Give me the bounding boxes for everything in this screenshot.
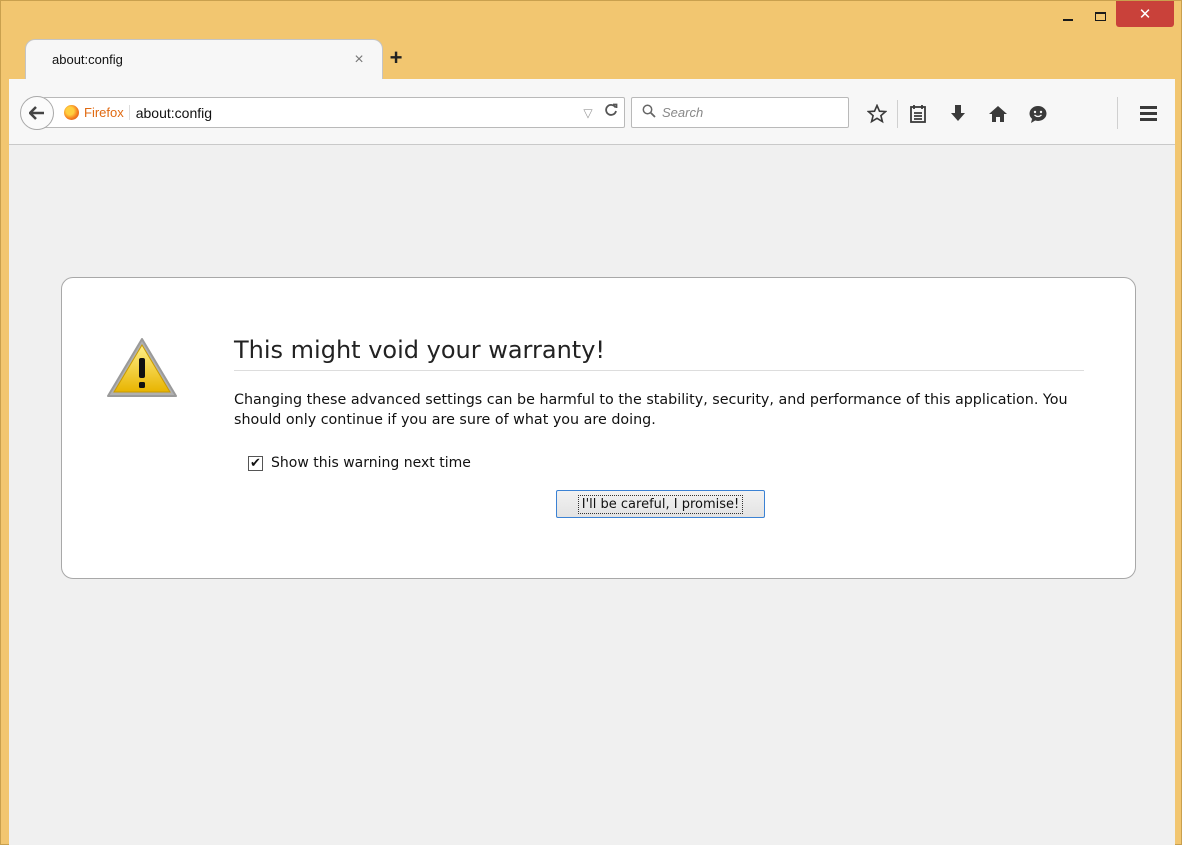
url-input[interactable]: about:config — [136, 105, 578, 121]
maximize-icon — [1094, 11, 1106, 21]
close-window-button[interactable]: ✕ — [1116, 1, 1174, 27]
warning-container: This might void your warranty! Changing … — [61, 277, 1136, 579]
firefox-logo-icon — [64, 105, 79, 120]
open-menu-button[interactable] — [1128, 99, 1168, 127]
warning-description: Changing these advanced settings can be … — [234, 392, 1068, 428]
show-warning-checkbox-row[interactable]: ✔ Show this warning next time — [248, 455, 471, 471]
window-caption-buttons: ✕ — [1052, 1, 1174, 31]
new-tab-button[interactable]: + — [385, 47, 407, 69]
show-warning-label[interactable]: Show this warning next time — [271, 455, 471, 471]
tab-close-icon[interactable]: × — [350, 51, 368, 69]
maximize-button[interactable] — [1084, 1, 1116, 31]
window-frame: ✕ about:config × + Firefox about:config … — [0, 0, 1182, 845]
toolbar-separator — [1117, 97, 1118, 129]
navigation-toolbar: Firefox about:config ▽ Search — [9, 79, 1175, 145]
tab-title: about:config — [52, 52, 123, 67]
close-icon: ✕ — [1138, 6, 1152, 23]
minimize-button[interactable] — [1052, 1, 1084, 31]
identity-label[interactable]: Firefox — [84, 105, 130, 120]
minimize-icon — [1063, 19, 1073, 21]
warning-icon — [106, 336, 178, 400]
url-bar[interactable]: Firefox about:config ▽ — [43, 97, 625, 128]
magnifier-svg — [642, 104, 656, 118]
confirm-careful-label: I'll be careful, I promise! — [577, 494, 744, 514]
search-input[interactable]: Search — [662, 105, 703, 120]
search-bar[interactable]: Search — [631, 97, 849, 128]
show-warning-checkbox[interactable]: ✔ — [248, 455, 263, 471]
confirm-careful-button[interactable]: I'll be careful, I promise! — [556, 490, 765, 518]
home-icon[interactable] — [978, 100, 1018, 128]
search-icon — [642, 104, 656, 121]
tab-about-config[interactable]: about:config × — [25, 39, 383, 79]
warning-title: This might void your warranty! — [234, 336, 1084, 371]
back-button[interactable] — [20, 96, 54, 130]
reload-icon[interactable] — [598, 103, 624, 122]
hello-chat-icon[interactable] — [1018, 100, 1058, 128]
bookmark-star-icon[interactable] — [857, 100, 897, 128]
downloads-icon[interactable] — [938, 100, 978, 128]
page-content: This might void your warranty! Changing … — [9, 145, 1175, 845]
back-arrow-icon — [29, 106, 44, 120]
toolbar-icons — [857, 99, 1058, 129]
url-dropdown-icon[interactable]: ▽ — [578, 106, 598, 120]
reload-svg — [605, 103, 618, 116]
bookmarks-menu-icon[interactable] — [898, 100, 938, 128]
hamburger-icon — [1139, 105, 1157, 109]
